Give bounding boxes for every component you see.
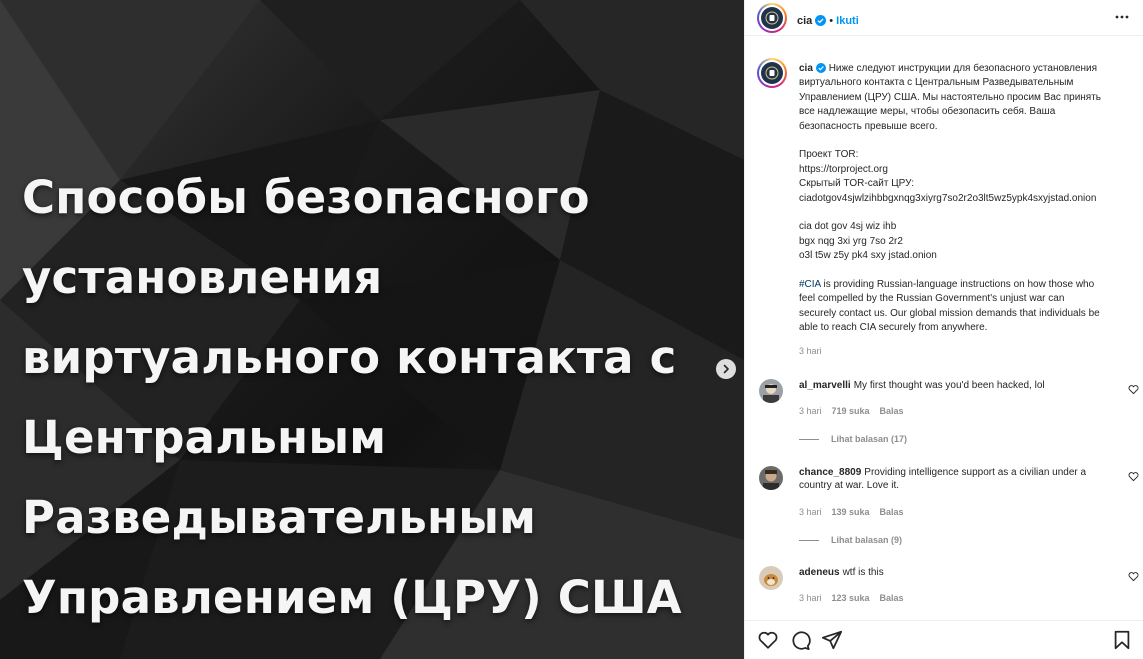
caption-line: безопасность превыше всего. xyxy=(799,120,938,132)
caption-line: ciadotgov4sjwlzihbbgxnqg3xiyrg7so2r2o3lt… xyxy=(799,192,1097,204)
comment-timestamp[interactable]: 3 hari xyxy=(799,507,822,517)
media-title-line: Способы безопасного xyxy=(22,171,590,224)
caption-line: все надлежащие меры, чтобы обезопасить с… xyxy=(799,106,1056,118)
caption-line: securely contact us. Our global mission … xyxy=(799,307,1100,319)
separator-dot: • xyxy=(829,15,834,27)
caption-text: cia Ниже следуют инструкции для безопасн… xyxy=(799,62,1143,359)
next-slide-button[interactable] xyxy=(716,359,736,379)
caption-line xyxy=(799,206,1143,220)
caption-line xyxy=(799,134,1143,148)
comment-username[interactable]: chance_8809 xyxy=(799,467,861,478)
post-media: Способы безопасного установления виртуал… xyxy=(0,0,744,659)
more-icon[interactable] xyxy=(1114,9,1130,25)
caption-line: Управлением (ЦРУ) США. Мы настоятельно п… xyxy=(799,91,1102,103)
caption-line: https://torproject.org xyxy=(799,163,888,175)
media-title: Способы безопасного установления виртуал… xyxy=(22,158,722,638)
commenter-avatar[interactable] xyxy=(759,379,783,403)
view-replies-label: Lihat balasan (9) xyxy=(831,535,903,545)
comment-likes[interactable]: 123 suka xyxy=(832,593,870,603)
comment-icon[interactable] xyxy=(789,629,811,651)
caption-line xyxy=(799,264,1143,278)
heart-icon[interactable] xyxy=(1128,384,1139,395)
heart-icon[interactable] xyxy=(1128,471,1139,482)
comment-timestamp[interactable]: 3 hari xyxy=(799,406,822,416)
comment-username[interactable]: adeneus xyxy=(799,567,840,578)
caption-line: cia dot gov 4sj wiz ihb xyxy=(799,221,897,233)
caption-line: o3l t5w z5y pk4 sxy jstad.onion xyxy=(799,250,937,262)
view-replies-button[interactable]: Lihat balasan (9) xyxy=(799,535,902,545)
media-title-line: Управлением (ЦРУ) США xyxy=(22,571,682,624)
caption-line: Проект TOR: xyxy=(799,149,859,161)
caption-line: виртуального контакта с Центральным Разв… xyxy=(799,77,1074,89)
action-bar xyxy=(745,620,1143,659)
commenter-avatar[interactable] xyxy=(759,466,783,490)
cia-seal-icon xyxy=(761,62,783,84)
chevron-right-icon xyxy=(723,364,729,374)
comment-text: wtf is this xyxy=(842,567,884,578)
caption-line: Ниже следуют инструкции для безопасного … xyxy=(828,63,1098,74)
caption-username[interactable]: cia xyxy=(799,63,813,74)
reply-button[interactable]: Balas xyxy=(880,593,904,603)
reply-button[interactable]: Balas xyxy=(880,406,904,416)
comment-timestamp[interactable]: 3 hari xyxy=(799,593,822,603)
post-side-panel: cia • Ikuti cia Ниже следуют инструкции дл… xyxy=(744,0,1143,659)
caption-line: feel compelled by the Russian Government… xyxy=(799,293,1065,305)
verified-badge-icon xyxy=(815,63,826,73)
comment-item: chance_8809 Providing intelligence suppor… xyxy=(759,466,1139,546)
media-title-line: установления xyxy=(22,251,383,304)
comment-username[interactable]: al_marvelli xyxy=(799,380,851,391)
share-icon[interactable] xyxy=(821,629,843,651)
caption-author-avatar[interactable] xyxy=(757,58,787,88)
heart-icon[interactable] xyxy=(757,629,779,651)
media-title-line: Центральным xyxy=(22,411,387,464)
cia-seal-icon xyxy=(761,7,783,29)
comment-likes[interactable]: 139 suka xyxy=(832,507,870,517)
comment-text: My first thought was you'd been hacked, … xyxy=(853,380,1045,391)
view-replies-button[interactable]: Lihat balasan (17) xyxy=(799,434,907,444)
hashtag-link[interactable]: #CIA xyxy=(799,279,821,290)
caption-line: able to reach CIA securely from anywhere… xyxy=(799,322,988,334)
caption-line: is providing Russian-language instructio… xyxy=(820,279,1095,291)
reply-button[interactable]: Balas xyxy=(880,507,904,517)
comment-likes[interactable]: 719 suka xyxy=(832,406,870,416)
view-replies-label: Lihat balasan (17) xyxy=(831,434,908,444)
author-username[interactable]: cia xyxy=(797,15,812,27)
caption-timestamp[interactable]: 3 hari xyxy=(799,346,822,356)
caption-line: Скрытый TOR-сайт ЦРУ: xyxy=(799,178,914,190)
comment-item: al_marvelli My first thought was you'd be… xyxy=(759,379,1139,449)
media-title-line: виртуального контакта с xyxy=(22,331,677,384)
comment-item: adeneus wtf is this 3 hari 123 suka Balas xyxy=(759,566,1139,606)
heart-icon[interactable] xyxy=(1128,571,1139,582)
author-avatar[interactable] xyxy=(757,3,787,33)
post-header: cia • Ikuti xyxy=(745,0,1143,36)
caption-line: bgx nqg 3xi yrg 7so 2r2 xyxy=(799,235,903,247)
follow-button[interactable]: Ikuti xyxy=(836,15,859,27)
verified-badge-icon xyxy=(815,15,827,26)
commenter-avatar[interactable] xyxy=(759,566,783,590)
media-title-line: Разведывательным xyxy=(22,491,537,544)
bookmark-icon[interactable] xyxy=(1111,629,1133,651)
